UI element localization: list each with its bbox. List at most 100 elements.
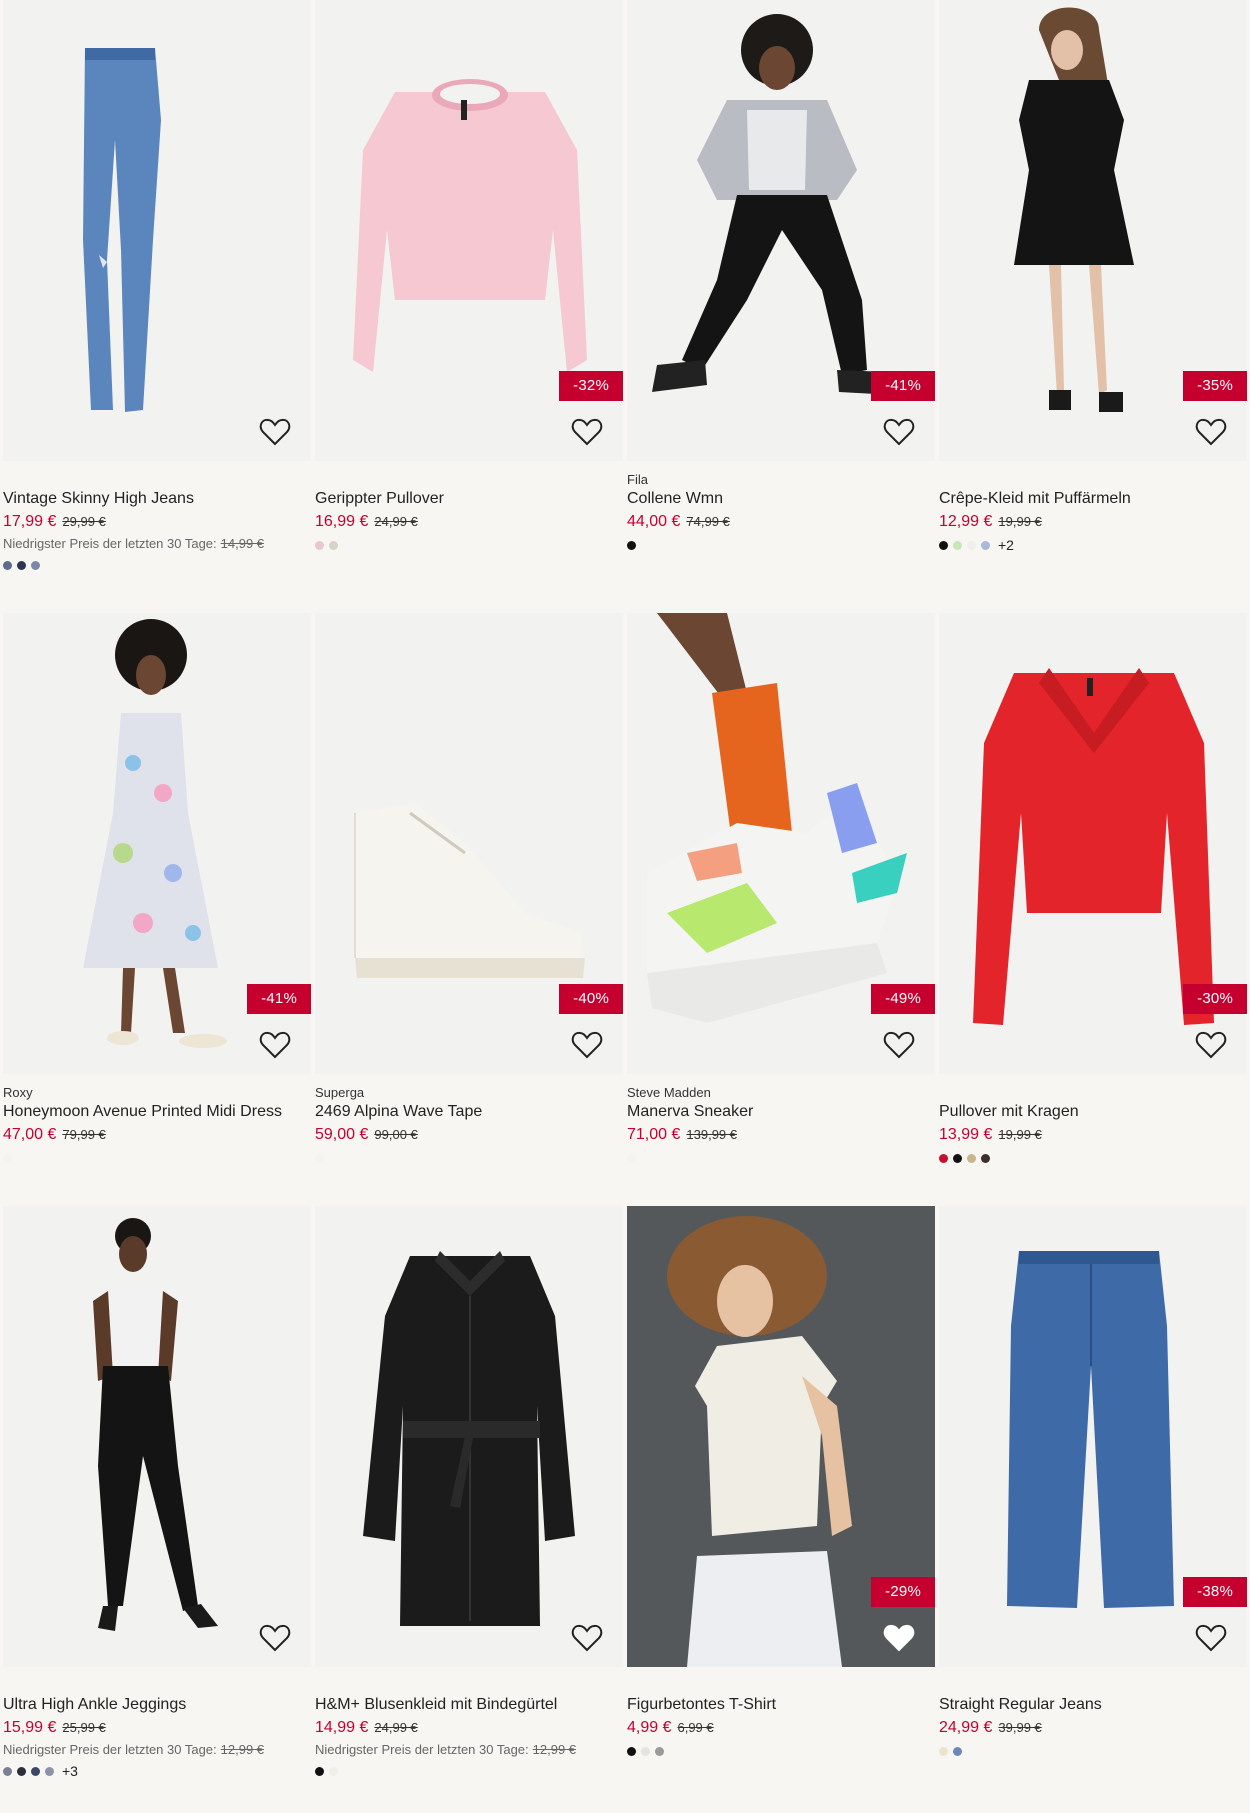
- product-card[interactable]: H&M+ Blusenkleid mit Bindegürtel 14,99 €…: [315, 1206, 623, 1782]
- color-swatch[interactable]: [953, 1746, 962, 1756]
- color-swatch[interactable]: [939, 1746, 948, 1756]
- heart-icon[interactable]: [1195, 1030, 1227, 1060]
- heart-icon[interactable]: [883, 1623, 915, 1653]
- price-row: 4,99 € 6,99 €: [627, 1716, 935, 1740]
- product-card[interactable]: -49% Steve Madden Manerva Sneaker 71,00 …: [627, 613, 935, 1169]
- color-swatch[interactable]: [953, 1153, 962, 1163]
- color-swatch[interactable]: [17, 560, 26, 570]
- red-pullover-product-image[interactable]: -30%: [939, 613, 1247, 1074]
- heart-icon[interactable]: [1195, 417, 1227, 447]
- floral-dress-product-image[interactable]: -41%: [3, 613, 311, 1074]
- product-title[interactable]: H&M+ Blusenkleid mit Bindegürtel: [315, 1694, 623, 1716]
- jeggings-model-product-image[interactable]: [3, 1206, 311, 1667]
- black-dress-product-image[interactable]: -35%: [939, 0, 1247, 461]
- product-title[interactable]: 2469 Alpina Wave Tape: [315, 1101, 623, 1123]
- product-card[interactable]: -38% Straight Regular Jeans 24,99 € 39,99…: [939, 1206, 1247, 1762]
- heart-icon[interactable]: [259, 1623, 291, 1653]
- color-swatches: [3, 554, 311, 576]
- original-price: 79,99 €: [62, 1127, 106, 1142]
- color-swatch[interactable]: [329, 1766, 338, 1776]
- heart-icon[interactable]: [883, 417, 915, 447]
- original-price: 74,99 €: [686, 514, 730, 529]
- color-swatch[interactable]: [17, 1766, 26, 1776]
- product-card[interactable]: -32% Gerippter Pullover 16,99 € 24,99 €: [315, 0, 623, 556]
- heart-icon[interactable]: [883, 1030, 915, 1060]
- sneaker-model-product-image[interactable]: -41%: [627, 0, 935, 461]
- shirt-dress-product-image[interactable]: [315, 1206, 623, 1667]
- product-card[interactable]: Ultra High Ankle Jeggings 15,99 € 25,99 €…: [3, 1206, 311, 1782]
- original-price: 139,99 €: [686, 1127, 737, 1142]
- heart-icon[interactable]: [571, 417, 603, 447]
- tshirt-model-product-image[interactable]: -29%: [627, 1206, 935, 1667]
- discount-badge: -38%: [1183, 1577, 1247, 1607]
- discount-badge: -32%: [559, 371, 623, 401]
- price-row: 17,99 € 29,99 €: [3, 510, 311, 534]
- color-swatch[interactable]: [627, 1153, 636, 1163]
- color-swatch[interactable]: [641, 1746, 650, 1756]
- heart-icon[interactable]: [571, 1623, 603, 1653]
- product-title[interactable]: Collene Wmn: [627, 488, 935, 510]
- product-card[interactable]: Vintage Skinny High Jeans 17,99 € 29,99 €…: [3, 0, 311, 576]
- product-card[interactable]: -35% Crêpe-Kleid mit Puffärmeln 12,99 €1…: [939, 0, 1247, 556]
- color-swatch[interactable]: [3, 1766, 12, 1776]
- product-title[interactable]: Figurbetontes T-Shirt: [627, 1694, 935, 1716]
- color-swatch[interactable]: [981, 1153, 990, 1163]
- color-swatch[interactable]: [967, 1153, 976, 1163]
- product-title[interactable]: Honeymoon Avenue Printed Midi Dress: [3, 1101, 311, 1123]
- color-swatch[interactable]: [939, 1153, 948, 1163]
- color-swatch[interactable]: [967, 540, 976, 550]
- product-title[interactable]: Ultra High Ankle Jeggings: [3, 1694, 311, 1716]
- heart-icon[interactable]: [571, 1030, 603, 1060]
- color-swatch[interactable]: [3, 1153, 12, 1163]
- lowest-price-value: 12,99 €: [532, 1742, 577, 1757]
- white-sneaker-product-image[interactable]: -40%: [315, 613, 623, 1074]
- color-swatch[interactable]: [329, 540, 338, 550]
- color-swatch[interactable]: [315, 1153, 324, 1163]
- color-swatch[interactable]: [45, 1766, 54, 1776]
- heart-icon[interactable]: [259, 1030, 291, 1060]
- color-swatch[interactable]: [3, 560, 12, 570]
- product-title[interactable]: Pullover mit Kragen: [939, 1101, 1247, 1123]
- more-colors-count[interactable]: +2: [998, 537, 1014, 553]
- product-card[interactable]: -29% Figurbetontes T-Shirt 4,99 € 6,99 €: [627, 1206, 935, 1762]
- original-price: 39,99 €: [998, 1720, 1042, 1735]
- jeans-product-image[interactable]: [3, 0, 311, 461]
- straight-jeans-product-image[interactable]: -38%: [939, 1206, 1247, 1667]
- pink-pullover-product-image[interactable]: -32%: [315, 0, 623, 461]
- sale-price: 12,99 €: [939, 513, 993, 530]
- more-colors-count[interactable]: +3: [62, 1763, 78, 1779]
- product-title[interactable]: Straight Regular Jeans: [939, 1694, 1247, 1716]
- sale-price: 47,00 €: [3, 1126, 57, 1143]
- color-swatch[interactable]: [981, 540, 990, 550]
- color-swatch[interactable]: [315, 1766, 324, 1776]
- color-swatch[interactable]: [31, 1766, 40, 1776]
- chunky-sneaker-product-image[interactable]: -49%: [627, 613, 935, 1074]
- price-row: 47,00 € 79,99 €: [3, 1123, 311, 1147]
- brand-name: [3, 471, 311, 488]
- heart-icon[interactable]: [1195, 1623, 1227, 1653]
- product-title[interactable]: Manerva Sneaker: [627, 1101, 935, 1123]
- product-title[interactable]: Crêpe-Kleid mit Puffärmeln: [939, 488, 1247, 510]
- brand-name: Fila: [627, 472, 648, 487]
- product-title[interactable]: Vintage Skinny High Jeans: [3, 488, 311, 510]
- color-swatch[interactable]: [655, 1746, 664, 1756]
- price-row: 59,00 € 99,00 €: [315, 1123, 623, 1147]
- color-swatch[interactable]: [953, 540, 962, 550]
- product-card[interactable]: -30% Pullover mit Kragen 13,99 € 19,99 €: [939, 613, 1247, 1169]
- color-swatch[interactable]: [627, 540, 636, 550]
- color-swatch[interactable]: [315, 540, 324, 550]
- color-swatch[interactable]: [31, 560, 40, 570]
- product-card[interactable]: -41% Roxy Honeymoon Avenue Printed Midi …: [3, 613, 311, 1169]
- product-card[interactable]: -41% Fila Collene Wmn 44,00 € 74,99 €: [627, 0, 935, 556]
- lowest-price-value: 12,99 €: [220, 1742, 265, 1757]
- lowest-price-label: Niedrigster Preis der letzten 30 Tage:: [315, 1742, 529, 1757]
- color-swatches: [3, 1147, 311, 1169]
- product-title[interactable]: Gerippter Pullover: [315, 488, 623, 510]
- color-swatches: [627, 534, 935, 556]
- sale-price: 16,99 €: [315, 513, 369, 530]
- heart-icon[interactable]: [259, 417, 291, 447]
- product-card[interactable]: -40% Superga 2469 Alpina Wave Tape 59,00…: [315, 613, 623, 1169]
- color-swatch[interactable]: [627, 1746, 636, 1756]
- brand-name: [3, 1677, 311, 1694]
- color-swatch[interactable]: [939, 540, 948, 550]
